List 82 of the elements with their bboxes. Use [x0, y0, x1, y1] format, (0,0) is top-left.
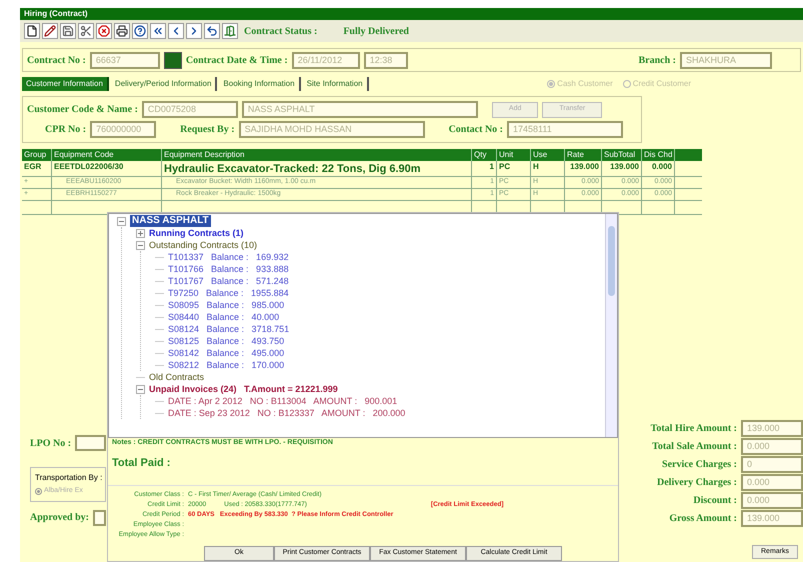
tree-node[interactable]: T101337 Balance : 169.932	[168, 251, 289, 263]
tab[interactable]: Customer Information	[22, 77, 109, 91]
table-cell: 0.000	[642, 161, 675, 176]
tab[interactable]: Booking Information	[219, 77, 301, 91]
column-header: Qty	[472, 149, 497, 161]
field-label: Fully Delivered	[343, 24, 409, 38]
tab[interactable]: Delivery/Period Information	[110, 77, 218, 91]
field-label: Customer Code & Name :	[27, 103, 138, 117]
table-cell: 1	[472, 161, 497, 176]
input-field[interactable]	[93, 510, 106, 526]
table-cell: Hydraulic Excavator-Tracked: 22 Tons, Dig 6.90m	[162, 161, 472, 176]
tree-node[interactable]: S08212 Balance : 170.000	[168, 359, 284, 371]
input-field[interactable]	[75, 435, 106, 451]
field-label: Contract No :	[27, 54, 86, 68]
field-label: Gross Amount :	[669, 512, 737, 526]
tree-node[interactable]: DATE : Apr 2 2012 NO : B113004 AMOUNT : 900.001	[168, 395, 398, 407]
tree-node[interactable]: DATE : Sep 23 2012 NO : B123337 AMOUNT : 200.000	[168, 407, 406, 419]
help-icon[interactable]	[132, 23, 148, 39]
tree-node[interactable]: S08095 Balance : 985.000	[168, 299, 284, 311]
column-header: Equipment Description	[162, 149, 472, 161]
field-label: Approved by:	[30, 511, 89, 525]
table-cell: H	[531, 161, 565, 176]
field-label: Contract Date & Time :	[186, 54, 288, 68]
field-label: Total Hire Amount :	[650, 422, 737, 436]
file-icon[interactable]	[24, 23, 40, 39]
scissors-icon[interactable]	[78, 23, 94, 39]
column-header: Rate	[565, 149, 602, 161]
tree-node[interactable]: T101766 Balance : 933.888	[168, 263, 289, 275]
save-icon[interactable]	[60, 23, 76, 39]
printer-icon[interactable]	[114, 23, 130, 39]
lookup-button[interactable]	[164, 52, 182, 68]
tree-node[interactable]: Unpaid Invoices (24) T.Amount = 21221.999	[149, 383, 338, 395]
column-header: Group	[22, 149, 52, 161]
column-header: Equipment Code	[52, 149, 162, 161]
pencil-icon[interactable]	[42, 23, 58, 39]
column-header: Dis Chd	[642, 149, 675, 161]
field-label: Contact No :	[448, 123, 503, 137]
field-label: Delivery Charges :	[657, 476, 737, 490]
expand-icon[interactable]	[136, 228, 145, 238]
collapse-icon[interactable]	[136, 240, 145, 250]
field-label: LPO No :	[30, 436, 72, 450]
field-label: Total Sale Amount :	[652, 440, 737, 454]
door-icon[interactable]	[222, 23, 238, 39]
collapse-icon[interactable]	[117, 216, 126, 226]
table-cell: EGR	[22, 161, 52, 176]
tree-node[interactable]: T101767 Balance : 571.248	[168, 275, 289, 287]
group-label: Transportation By :	[35, 472, 101, 484]
tree-node[interactable]: Old Contracts	[149, 371, 204, 383]
column-header: Unit	[497, 149, 531, 161]
field-label: Branch :	[638, 54, 676, 68]
radio-label: Cash Customer	[557, 78, 613, 90]
radio-button[interactable]	[35, 488, 42, 495]
tab[interactable]: Site Information	[302, 77, 369, 91]
field-label: CPR No :	[45, 123, 86, 137]
table-cell: 139.000	[602, 161, 642, 176]
table-cell: PC	[497, 161, 531, 176]
tree-node[interactable]: T97250 Balance : 1955.884	[168, 287, 289, 299]
table-cell: EEETDL022006/30	[52, 161, 162, 176]
tree-node[interactable]: NASS ASPHALT	[130, 215, 211, 227]
field-label: Contract Status :	[244, 24, 318, 38]
tree-node[interactable]: Running Contracts (1)	[149, 227, 244, 239]
collapse-icon[interactable]	[136, 384, 145, 394]
window-title-bar: Hiring (Contract)	[20, 8, 803, 20]
chevron-left-icon[interactable]	[168, 23, 184, 39]
tree-node[interactable]: S08125 Balance : 493.750	[168, 335, 284, 347]
double-chevron-icon[interactable]	[150, 23, 166, 39]
scrollbar[interactable]	[605, 214, 617, 437]
tree-node[interactable]: S08142 Balance : 495.000	[168, 347, 284, 359]
undo-icon[interactable]	[204, 23, 220, 39]
chevron-right-icon[interactable]	[186, 23, 202, 39]
radio-label: Credit Customer	[632, 78, 691, 90]
tree-node[interactable]: S08124 Balance : 3718.751	[168, 323, 290, 335]
field-label: Discount :	[693, 494, 737, 508]
total-paid-label: Total Paid :	[111, 456, 172, 470]
field-label: Request By :	[180, 123, 235, 137]
column-header: SubTotal	[602, 149, 642, 161]
column-header: Use	[531, 149, 565, 161]
stop-icon[interactable]	[96, 23, 112, 39]
table-cell: 139.000	[565, 161, 602, 176]
field-label: Service Charges :	[662, 458, 737, 472]
tree-node[interactable]: S08440 Balance : 40.000	[168, 311, 280, 323]
tree-node[interactable]: Outstanding Contracts (10)	[149, 239, 258, 251]
